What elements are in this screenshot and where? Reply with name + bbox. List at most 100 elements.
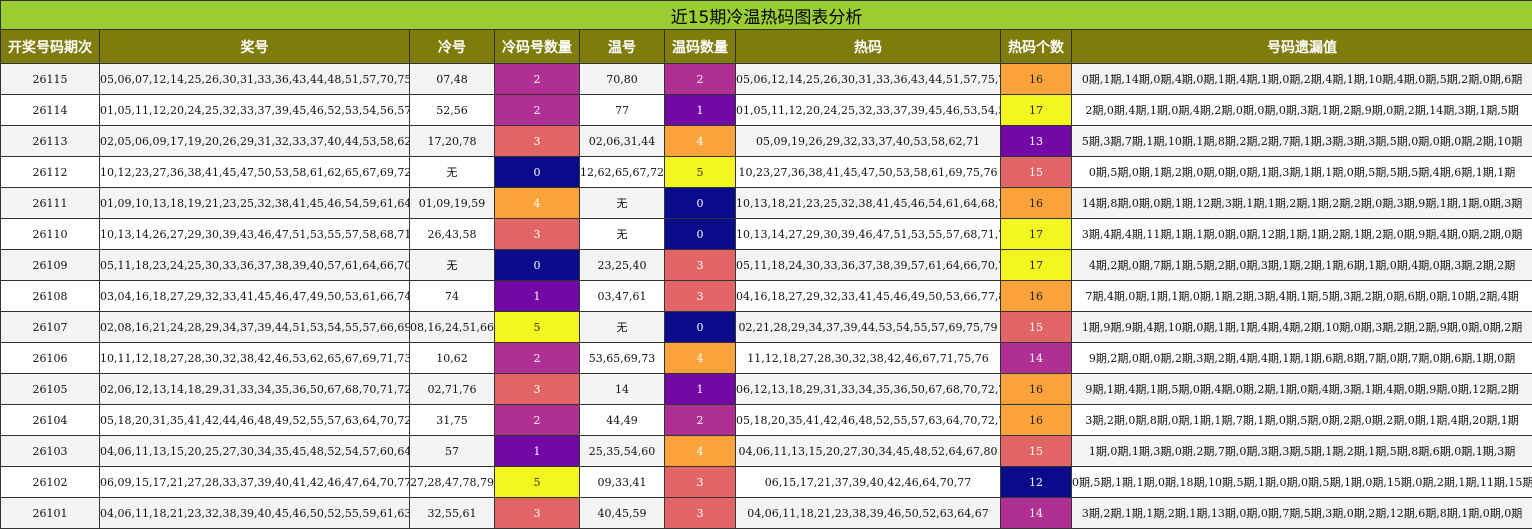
warm-count-cell: 3 <box>664 497 736 529</box>
table-row: 26113 02,05,06,09,17,19,20,26,29,31,32,33… <box>0 125 1532 157</box>
hot-cell: 05,09,19,26,29,32,33,37,40,53,58,62,71 <box>735 125 1001 157</box>
hot-count-cell: 16 <box>1000 280 1072 312</box>
cold-cell: 01,09,19,59 <box>409 187 495 219</box>
hot-count-cell: 14 <box>1000 342 1072 374</box>
cold-count-cell: 1 <box>494 435 580 467</box>
numbers-cell: 05,06,07,12,14,25,26,30,31,33,36,43,44,4… <box>99 63 410 95</box>
numbers-cell: 04,06,11,13,15,20,25,27,30,34,35,45,48,5… <box>99 435 410 467</box>
miss-cell: 7期,4期,0期,1期,1期,0期,1期,2期,3期,4期,1期,5期,3期,2… <box>1070 280 1532 312</box>
warm-cell: 02,06,31,44 <box>579 125 665 157</box>
numbers-cell: 03,04,16,18,27,29,32,33,41,45,46,47,49,5… <box>99 280 410 312</box>
numbers-cell: 04,06,11,18,21,23,32,38,39,40,45,46,50,5… <box>99 497 410 529</box>
cold-warm-hot-table: 近15期冷温热码图表分析 开奖号码期次 奖号 冷号 冷码号数量 温号 温码数量 … <box>0 0 1532 529</box>
header-hot: 热码 <box>735 29 1001 64</box>
period-cell: 26107 <box>0 311 100 343</box>
numbers-cell: 01,09,10,13,18,19,21,23,25,32,38,41,45,4… <box>99 187 410 219</box>
hot-cell: 06,15,17,21,37,39,40,42,46,64,70,77 <box>735 466 1001 498</box>
warm-cell: 03,47,61 <box>579 280 665 312</box>
numbers-cell: 10,12,23,27,36,38,41,45,47,50,53,58,61,6… <box>99 156 410 188</box>
hot-cell: 10,13,14,27,29,30,39,46,47,51,53,55,57,6… <box>735 218 1001 250</box>
cold-cell: 10,62 <box>409 342 495 374</box>
cold-cell: 无 <box>409 249 495 281</box>
warm-count-cell: 0 <box>664 218 736 250</box>
hot-cell: 06,12,13,18,29,31,33,34,35,36,50,67,68,7… <box>735 373 1001 405</box>
warm-count-cell: 3 <box>664 466 736 498</box>
miss-cell: 9期,2期,0期,0期,2期,3期,2期,4期,4期,1期,1期,6期,8期,7… <box>1070 342 1532 374</box>
header-period: 开奖号码期次 <box>0 29 100 64</box>
table-row: 26101 04,06,11,18,21,23,32,38,39,40,45,46… <box>0 497 1532 529</box>
header-numbers: 奖号 <box>99 29 410 64</box>
numbers-cell: 06,09,15,17,21,27,28,33,37,39,40,41,42,4… <box>99 466 410 498</box>
table-row: 26106 10,11,12,18,27,28,30,32,38,42,46,53… <box>0 342 1532 374</box>
warm-count-cell: 1 <box>664 373 736 405</box>
miss-cell: 1期,9期,9期,4期,10期,0期,1期,1期,4期,4期,2期,10期,0期… <box>1070 311 1532 343</box>
period-cell: 26101 <box>0 497 100 529</box>
header-row: 开奖号码期次 奖号 冷号 冷码号数量 温号 温码数量 热码 热码个数 号码遗漏值 <box>0 29 1532 64</box>
period-cell: 26106 <box>0 342 100 374</box>
cold-count-cell: 5 <box>494 466 580 498</box>
miss-cell: 5期,3期,7期,1期,10期,1期,8期,2期,2期,7期,1期,3期,3期,… <box>1070 125 1532 157</box>
hot-cell: 04,06,11,13,15,20,27,30,34,45,48,52,64,6… <box>735 435 1001 467</box>
hot-cell: 02,21,28,29,34,37,39,44,53,54,55,57,69,7… <box>735 311 1001 343</box>
hot-cell: 10,13,18,21,23,25,32,38,41,45,46,54,61,6… <box>735 187 1001 219</box>
table-row: 26104 05,18,20,31,35,41,42,44,46,48,49,52… <box>0 404 1532 436</box>
hot-cell: 04,16,18,27,29,32,33,41,45,46,49,50,53,6… <box>735 280 1001 312</box>
cold-count-cell: 0 <box>494 249 580 281</box>
header-warm-count: 温码数量 <box>664 29 736 64</box>
table-row: 26105 02,06,12,13,14,18,29,31,33,34,35,36… <box>0 373 1532 405</box>
cold-count-cell: 2 <box>494 94 580 126</box>
cold-cell: 无 <box>409 156 495 188</box>
warm-cell: 77 <box>579 94 665 126</box>
hot-cell: 05,18,20,35,41,42,46,48,52,55,57,63,64,7… <box>735 404 1001 436</box>
numbers-cell: 05,11,18,23,24,25,30,33,36,37,38,39,40,5… <box>99 249 410 281</box>
warm-cell: 53,65,69,73 <box>579 342 665 374</box>
table-row: 26111 01,09,10,13,18,19,21,23,25,32,38,41… <box>0 187 1532 219</box>
warm-cell: 无 <box>579 187 665 219</box>
table-row: 26103 04,06,11,13,15,20,25,27,30,34,35,45… <box>0 435 1532 467</box>
hot-count-cell: 17 <box>1000 249 1072 281</box>
cold-count-cell: 3 <box>494 218 580 250</box>
numbers-cell: 02,05,06,09,17,19,20,26,29,31,32,33,37,4… <box>99 125 410 157</box>
cold-cell: 08,16,24,51,66 <box>409 311 495 343</box>
miss-cell: 4期,2期,0期,7期,1期,5期,2期,0期,3期,1期,2期,1期,6期,1… <box>1070 249 1532 281</box>
numbers-cell: 05,18,20,31,35,41,42,44,46,48,49,52,55,5… <box>99 404 410 436</box>
cold-cell: 17,20,78 <box>409 125 495 157</box>
warm-cell: 14 <box>579 373 665 405</box>
cold-cell: 52,56 <box>409 94 495 126</box>
hot-count-cell: 16 <box>1000 63 1072 95</box>
warm-cell: 44,49 <box>579 404 665 436</box>
table-row: 26112 10,12,23,27,36,38,41,45,47,50,53,58… <box>0 156 1532 188</box>
header-cold-count: 冷码号数量 <box>494 29 580 64</box>
hot-count-cell: 14 <box>1000 497 1072 529</box>
warm-cell: 70,80 <box>579 63 665 95</box>
table-row: 26107 02,08,16,21,24,28,29,34,37,39,44,51… <box>0 311 1532 343</box>
warm-count-cell: 5 <box>664 156 736 188</box>
hot-cell: 05,06,12,14,25,26,30,31,33,36,43,44,51,5… <box>735 63 1001 95</box>
warm-cell: 12,62,65,67,72 <box>579 156 665 188</box>
hot-cell: 10,23,27,36,38,41,45,47,50,53,58,61,69,7… <box>735 156 1001 188</box>
hot-count-cell: 13 <box>1000 125 1072 157</box>
numbers-cell: 10,13,14,26,27,29,30,39,43,46,47,51,53,5… <box>99 218 410 250</box>
period-cell: 26112 <box>0 156 100 188</box>
period-cell: 26102 <box>0 466 100 498</box>
period-cell: 26103 <box>0 435 100 467</box>
hot-cell: 04,06,11,18,21,23,38,39,46,50,52,63,64,6… <box>735 497 1001 529</box>
cold-cell: 07,48 <box>409 63 495 95</box>
hot-cell: 01,05,11,12,20,24,25,32,33,37,39,45,46,5… <box>735 94 1001 126</box>
table-row: 26102 06,09,15,17,21,27,28,33,37,39,40,41… <box>0 466 1532 498</box>
warm-count-cell: 3 <box>664 280 736 312</box>
hot-count-cell: 16 <box>1000 187 1072 219</box>
miss-cell: 0期,1期,14期,0期,4期,0期,1期,4期,1期,0期,2期,4期,1期,… <box>1070 63 1532 95</box>
hot-count-cell: 16 <box>1000 373 1072 405</box>
warm-count-cell: 4 <box>664 435 736 467</box>
warm-cell: 40,45,59 <box>579 497 665 529</box>
numbers-cell: 10,11,12,18,27,28,30,32,38,42,46,53,62,6… <box>99 342 410 374</box>
miss-cell: 3期,2期,0期,8期,0期,1期,1期,7期,1期,0期,5期,0期,2期,0… <box>1070 404 1532 436</box>
period-cell: 26113 <box>0 125 100 157</box>
hot-count-cell: 15 <box>1000 311 1072 343</box>
period-cell: 26110 <box>0 218 100 250</box>
warm-cell: 无 <box>579 311 665 343</box>
table-title: 近15期冷温热码图表分析 <box>0 0 1532 30</box>
hot-count-cell: 15 <box>1000 435 1072 467</box>
period-cell: 26111 <box>0 187 100 219</box>
